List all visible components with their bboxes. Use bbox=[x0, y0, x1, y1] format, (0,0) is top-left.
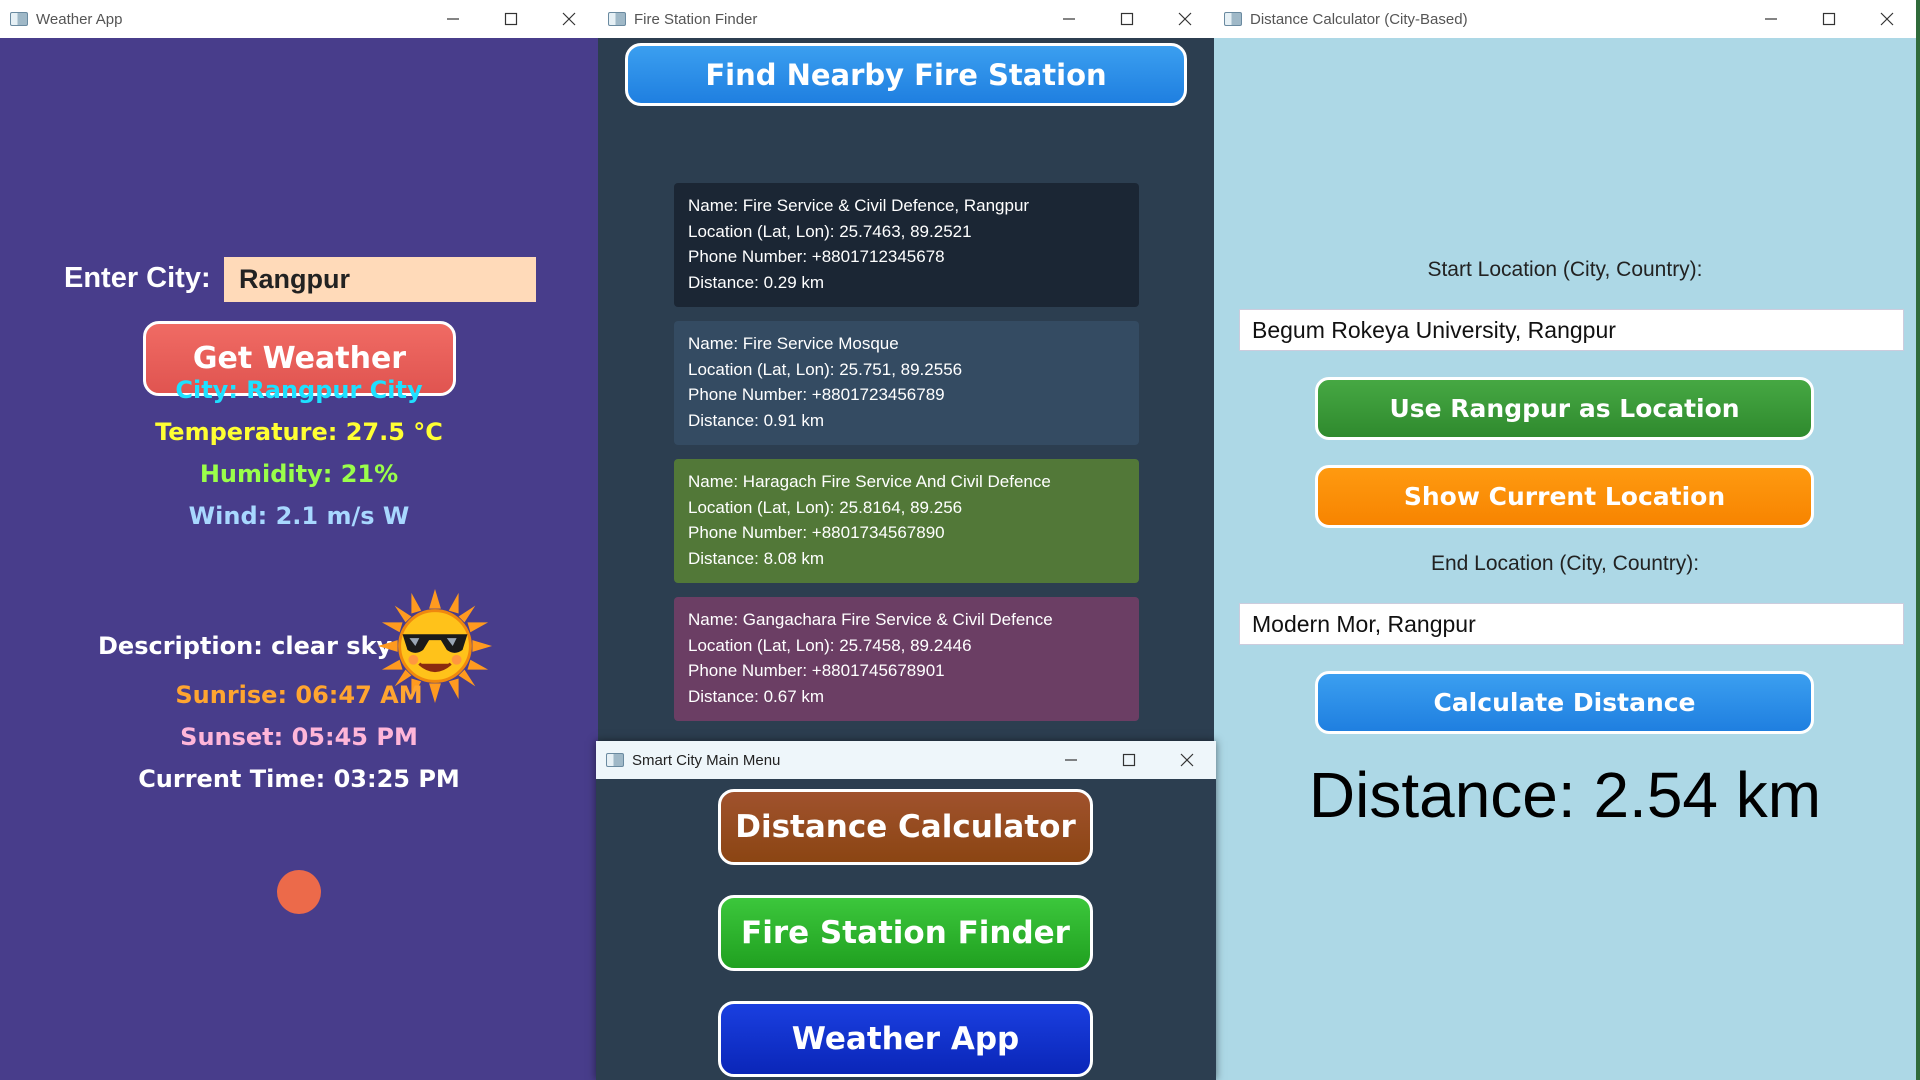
wind-result: Wind: 2.1 m/s W bbox=[188, 502, 410, 530]
distance-body: Start Location (City, Country): Use Rang… bbox=[1214, 38, 1916, 1080]
weather-app-button[interactable]: Weather App bbox=[718, 1001, 1093, 1077]
temperature-result: Temperature: 27.5 °C bbox=[155, 418, 443, 446]
find-nearby-fire-station-button[interactable]: Find Nearby Fire Station bbox=[625, 43, 1187, 106]
distance-calculator-button[interactable]: Distance Calculator bbox=[718, 789, 1093, 865]
city-label: Enter City: bbox=[64, 262, 211, 294]
station-distance: Distance: 0.67 km bbox=[688, 686, 825, 706]
distance-calculator-window: Distance Calculator (City-Based) Start L… bbox=[1214, 0, 1916, 1080]
minimize-icon[interactable] bbox=[424, 0, 482, 38]
station-phone: Phone Number: +8801712345678 bbox=[688, 247, 945, 267]
app-icon bbox=[10, 12, 28, 26]
sunrise-result: Sunrise: 06:47 AM bbox=[175, 681, 423, 709]
minimize-icon[interactable] bbox=[1042, 741, 1100, 779]
station-name: Name: Fire Service Mosque bbox=[688, 334, 899, 353]
main-menu-window: Smart City Main Menu Distance Calculator… bbox=[596, 741, 1216, 1080]
sunset-result: Sunset: 05:45 PM bbox=[180, 723, 418, 751]
station-card[interactable]: Name: Fire Service Mosque Location (Lat,… bbox=[674, 321, 1139, 445]
fire-titlebar[interactable]: Fire Station Finder bbox=[598, 0, 1214, 38]
station-distance: Distance: 8.08 km bbox=[688, 548, 825, 568]
show-current-location-button[interactable]: Show Current Location bbox=[1315, 465, 1814, 528]
station-name: Name: Haragach Fire Service And Civil De… bbox=[688, 472, 1051, 491]
station-card[interactable]: Name: Gangachara Fire Service & Civil De… bbox=[674, 597, 1139, 721]
distance-result: Distance: 2.54 km bbox=[1308, 759, 1822, 831]
station-card[interactable]: Name: Fire Service & Civil Defence, Rang… bbox=[674, 183, 1139, 307]
station-location: Location (Lat, Lon): 25.751, 89.2556 bbox=[688, 359, 963, 379]
description-result: Description: clear sky bbox=[98, 632, 393, 660]
start-location-label: Start Location (City, Country): bbox=[1427, 258, 1703, 281]
close-icon[interactable] bbox=[1156, 0, 1214, 38]
weather-app-window: Weather App Enter City: Get Weather City… bbox=[0, 0, 598, 1080]
close-icon[interactable] bbox=[1158, 741, 1216, 779]
city-result: City: Rangpur City bbox=[175, 376, 423, 404]
status-indicator bbox=[277, 870, 321, 914]
station-location: Location (Lat, Lon): 25.8164, 89.256 bbox=[688, 497, 963, 517]
maximize-icon[interactable] bbox=[1100, 741, 1158, 779]
maximize-icon[interactable] bbox=[482, 0, 540, 38]
menu-body: Distance Calculator Fire Station Finder … bbox=[596, 779, 1216, 1080]
app-icon bbox=[608, 12, 626, 26]
close-icon[interactable] bbox=[540, 0, 598, 38]
window-title: Weather App bbox=[36, 10, 123, 28]
station-location: Location (Lat, Lon): 25.7458, 89.2446 bbox=[688, 635, 972, 655]
end-location-label: End Location (City, Country): bbox=[1430, 552, 1700, 575]
app-icon bbox=[1224, 12, 1242, 26]
fire-station-finder-button[interactable]: Fire Station Finder bbox=[718, 895, 1093, 971]
use-rangpur-button[interactable]: Use Rangpur as Location bbox=[1315, 377, 1814, 440]
window-title: Fire Station Finder bbox=[634, 10, 758, 28]
station-location: Location (Lat, Lon): 25.7463, 89.2521 bbox=[688, 221, 972, 241]
window-title: Distance Calculator (City-Based) bbox=[1250, 10, 1468, 28]
current-time-result: Current Time: 03:25 PM bbox=[138, 765, 460, 793]
station-distance: Distance: 0.29 km bbox=[688, 272, 825, 292]
app-icon bbox=[606, 753, 624, 767]
minimize-icon[interactable] bbox=[1742, 0, 1800, 38]
close-icon[interactable] bbox=[1858, 0, 1916, 38]
station-card[interactable]: Name: Haragach Fire Service And Civil De… bbox=[674, 459, 1139, 583]
station-phone: Phone Number: +8801734567890 bbox=[688, 523, 945, 543]
station-name: Name: Fire Service & Civil Defence, Rang… bbox=[688, 196, 1030, 215]
start-location-input[interactable] bbox=[1239, 309, 1904, 351]
station-distance: Distance: 0.91 km bbox=[688, 410, 825, 430]
menu-titlebar[interactable]: Smart City Main Menu bbox=[596, 741, 1216, 779]
distance-titlebar[interactable]: Distance Calculator (City-Based) bbox=[1214, 0, 1916, 38]
maximize-icon[interactable] bbox=[1098, 0, 1156, 38]
humidity-result: Humidity: 21% bbox=[199, 460, 399, 488]
window-title: Smart City Main Menu bbox=[632, 751, 781, 769]
minimize-icon[interactable] bbox=[1040, 0, 1098, 38]
city-input[interactable] bbox=[224, 257, 536, 302]
station-name: Name: Gangachara Fire Service & Civil De… bbox=[688, 610, 1053, 629]
station-phone: Phone Number: +8801723456789 bbox=[688, 385, 945, 405]
weather-titlebar[interactable]: Weather App bbox=[0, 0, 598, 38]
station-phone: Phone Number: +8801745678901 bbox=[688, 661, 945, 681]
end-location-input[interactable] bbox=[1239, 603, 1904, 645]
calculate-distance-button[interactable]: Calculate Distance bbox=[1315, 671, 1814, 734]
weather-body: Enter City: Get Weather City: Rangpur Ci… bbox=[0, 38, 598, 1080]
maximize-icon[interactable] bbox=[1800, 0, 1858, 38]
